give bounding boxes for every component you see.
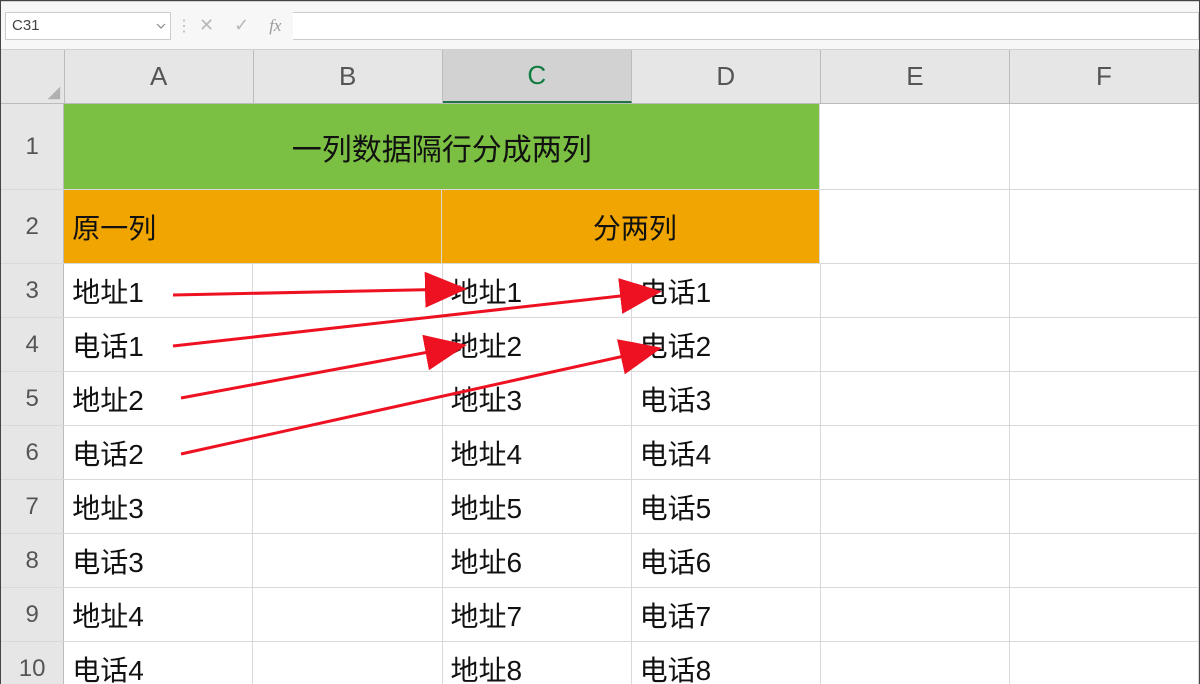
title-cell[interactable]: 一列数据隔行分成两列 (64, 104, 820, 189)
col-header-F[interactable]: F (1010, 50, 1199, 103)
cell-B[interactable] (253, 588, 442, 641)
cell-E[interactable] (821, 318, 1010, 371)
col-header-E[interactable]: E (821, 50, 1010, 103)
row-header-2[interactable]: 2 (1, 190, 64, 263)
cell-F[interactable] (1010, 372, 1199, 425)
cell-F[interactable] (1010, 480, 1199, 533)
cell-C[interactable]: 地址1 (443, 264, 632, 317)
col-header-C[interactable]: C (443, 50, 632, 103)
sub-left-cell[interactable]: 原一列 (64, 190, 442, 263)
cell-D[interactable]: 电话3 (632, 372, 821, 425)
cell-D[interactable]: 电话6 (632, 534, 821, 587)
cell-B[interactable] (253, 534, 442, 587)
cell-E[interactable] (821, 372, 1010, 425)
cell-C[interactable]: 地址2 (443, 318, 632, 371)
cell-E[interactable] (821, 426, 1010, 479)
cell-F[interactable] (1010, 588, 1199, 641)
cell-B[interactable] (253, 426, 442, 479)
column-headers: A B C D E F (1, 50, 1199, 104)
formula-buttons: ✕ ✓ fx (199, 15, 281, 36)
cell-D[interactable]: 电话8 (632, 642, 821, 684)
cell-C[interactable]: 地址6 (443, 534, 632, 587)
table-row: 5地址2 地址3电话3 (1, 372, 1199, 426)
name-box[interactable]: C31 (5, 12, 171, 40)
cell-F[interactable] (1010, 642, 1199, 684)
cell-F1[interactable] (1010, 104, 1199, 189)
select-all-corner[interactable] (1, 50, 65, 103)
row-header[interactable]: 8 (1, 534, 64, 587)
cell-A[interactable]: 地址4 (64, 588, 253, 641)
cell-A[interactable]: 电话1 (64, 318, 253, 371)
table-row: 9地址4 地址7电话7 (1, 588, 1199, 642)
table-row: 6电话2 地址4电话4 (1, 426, 1199, 480)
cell-F[interactable] (1010, 318, 1199, 371)
row-header[interactable]: 9 (1, 588, 64, 641)
drag-handle-icon[interactable]: ⋮ (171, 16, 193, 36)
grid-rows: 1 一列数据隔行分成两列 2 原一列 分两列 3地址1地址1电话14电话1地址2… (1, 104, 1199, 684)
col-header-A[interactable]: A (65, 50, 254, 103)
row-header[interactable]: 10 (1, 642, 64, 684)
cell-F2[interactable] (1010, 190, 1199, 263)
cell-E2[interactable] (820, 190, 1009, 263)
cell-D[interactable]: 电话4 (632, 426, 821, 479)
spreadsheet-grid: A B C D E F 1 一列数据隔行分成两列 2 原一列 分两列 3地址1地… (1, 50, 1199, 684)
cell-D[interactable]: 电话5 (632, 480, 821, 533)
table-row: 4电话1 地址2电话2 (1, 318, 1199, 372)
cell-A[interactable]: 地址1 (64, 264, 253, 317)
cell-F[interactable] (1010, 426, 1199, 479)
cell-B[interactable] (253, 318, 442, 371)
cell-F[interactable] (1010, 264, 1199, 317)
cell-B[interactable] (253, 642, 442, 684)
cell-F[interactable] (1010, 534, 1199, 587)
confirm-icon[interactable]: ✓ (234, 15, 249, 36)
sub-right-cell[interactable]: 分两列 (442, 190, 820, 263)
cell-D[interactable]: 电话7 (632, 588, 821, 641)
cell-C[interactable]: 地址7 (443, 588, 632, 641)
row-header[interactable]: 5 (1, 372, 64, 425)
row-1: 1 一列数据隔行分成两列 (1, 104, 1199, 190)
table-row: 7地址3 地址5电话5 (1, 480, 1199, 534)
cell-E[interactable] (821, 264, 1010, 317)
cell-A[interactable]: 电话4 (64, 642, 253, 684)
cell-B[interactable] (253, 264, 442, 317)
cell-C[interactable]: 地址8 (443, 642, 632, 684)
cell-A[interactable]: 地址2 (64, 372, 253, 425)
cell-E1[interactable] (820, 104, 1009, 189)
table-row: 3地址1地址1电话1 (1, 264, 1199, 318)
cell-B[interactable] (253, 372, 442, 425)
row-header-1[interactable]: 1 (1, 104, 64, 189)
table-row: 10电话4 地址8电话8 (1, 642, 1199, 684)
cell-A[interactable]: 地址3 (64, 480, 253, 533)
row-header[interactable]: 4 (1, 318, 64, 371)
col-header-B[interactable]: B (254, 50, 443, 103)
cell-E[interactable] (821, 534, 1010, 587)
cancel-icon[interactable]: ✕ (199, 15, 214, 36)
row-header[interactable]: 3 (1, 264, 64, 317)
formula-input[interactable] (293, 12, 1199, 40)
cell-E[interactable] (821, 588, 1010, 641)
cell-B[interactable] (253, 480, 442, 533)
name-box-value: C31 (6, 17, 152, 34)
formula-bar: C31 ⋮ ✕ ✓ fx (1, 1, 1199, 50)
fx-icon[interactable]: fx (269, 16, 281, 36)
cell-C[interactable]: 地址4 (443, 426, 632, 479)
cell-E[interactable] (821, 480, 1010, 533)
row-header[interactable]: 7 (1, 480, 64, 533)
col-header-D[interactable]: D (632, 50, 821, 103)
cell-C[interactable]: 地址3 (443, 372, 632, 425)
table-row: 8电话3 地址6电话6 (1, 534, 1199, 588)
cell-D[interactable]: 电话2 (632, 318, 821, 371)
row-header[interactable]: 6 (1, 426, 64, 479)
cell-D[interactable]: 电话1 (632, 264, 821, 317)
cell-C[interactable]: 地址5 (443, 480, 632, 533)
name-box-dropdown-icon[interactable] (152, 13, 170, 39)
cell-A[interactable]: 电话2 (64, 426, 253, 479)
cell-E[interactable] (821, 642, 1010, 684)
cell-A[interactable]: 电话3 (64, 534, 253, 587)
row-2: 2 原一列 分两列 (1, 190, 1199, 264)
